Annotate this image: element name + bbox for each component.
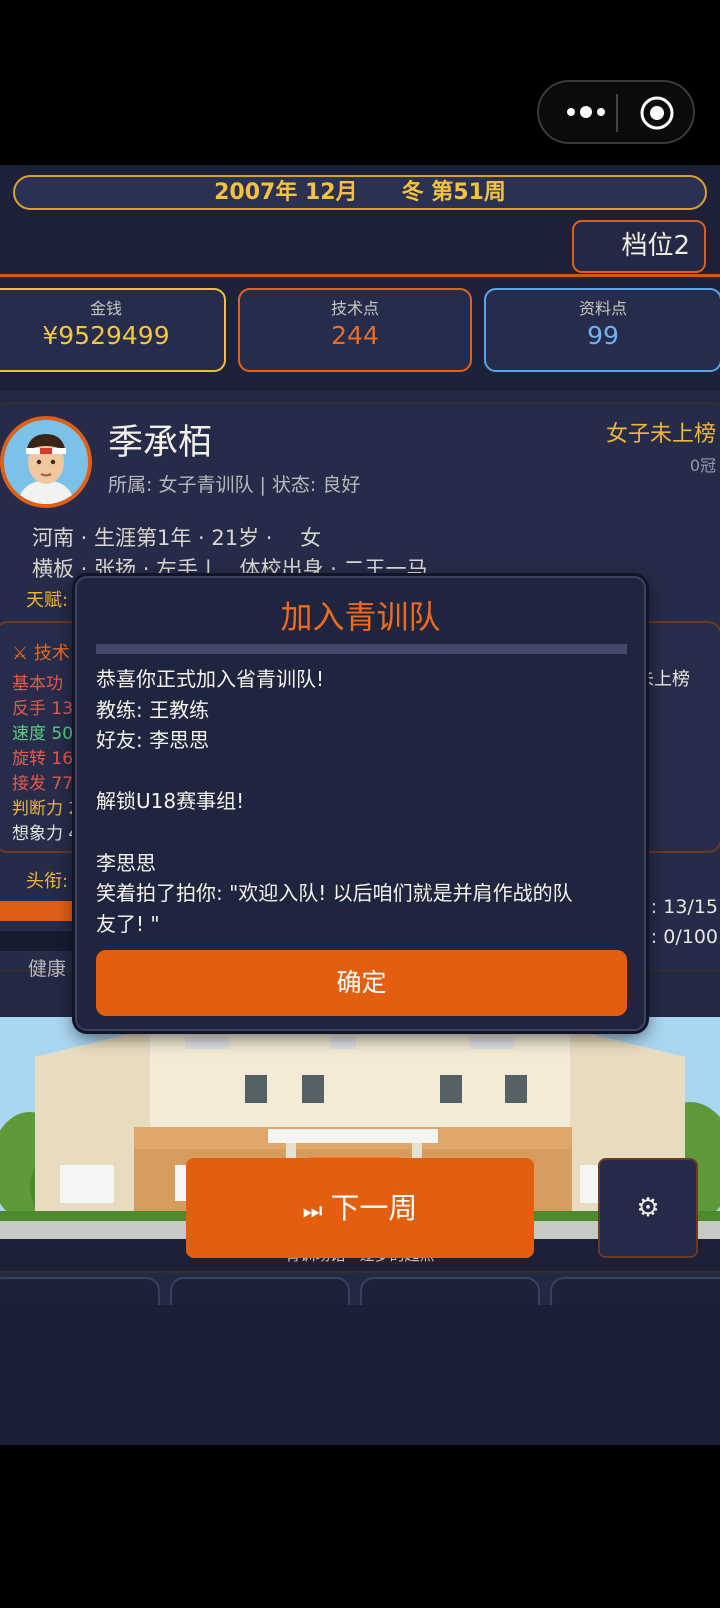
skills-header: ⚔ 技术 (12, 643, 70, 664)
tier-button[interactable]: 档位2 (572, 220, 706, 273)
dialog-line: 解锁U18赛事组! (96, 789, 245, 814)
dialog-line: 好友: 李思思 (96, 728, 210, 753)
progress-bar (0, 901, 86, 921)
confirm-button[interactable]: 确定 (96, 950, 627, 1016)
tech-points-box: 技术点 244 (238, 288, 472, 372)
progress-bar-track (0, 931, 86, 951)
dialog-line: 友了! " (96, 911, 160, 936)
player-team-status: 所属: 女子青训队 | 状态: 良好 (108, 474, 361, 496)
dialog-line (96, 756, 626, 787)
tech-points-value: 244 (331, 321, 379, 350)
next-week-button[interactable]: ⏭ 下一周 (186, 1158, 534, 1258)
skill-item: 判断力 2 (12, 799, 80, 819)
date-text: 2007年 12月 冬 第51周 (214, 180, 506, 205)
player-name: 季承栢 (108, 423, 214, 463)
tab-row (0, 1277, 720, 1317)
dialog-body: 恭喜你正式加入省青训队! 教练: 王教练 好友: 李思思 解锁U18赛事组! 李… (96, 664, 626, 939)
avatar[interactable] (0, 416, 92, 508)
skill-item: 反手 13 (12, 699, 74, 719)
settings-button[interactable]: ⚙ (598, 1158, 698, 1258)
ranking-status: 女子未上榜 (605, 422, 716, 447)
next-week-label: 下一周 (330, 1191, 418, 1225)
top-area: 2007年 12月 冬 第51周 档位2 (0, 165, 720, 275)
talent-label: 天赋: (26, 590, 69, 611)
gear-icon: ⚙ (636, 1193, 660, 1223)
skill-item: 接发 77 (12, 774, 74, 794)
dialog-line (96, 817, 626, 848)
skill-item: 速度 50 (12, 724, 74, 744)
title-label: 头衔: (26, 871, 69, 892)
skill-item: 旋转 16 (12, 749, 74, 769)
dialog-line: 教练: 王教练 (96, 697, 210, 722)
date-bar: 2007年 12月 冬 第51周 (13, 175, 707, 210)
dialog-line: 笑着拍了拍你: "欢迎入队! 以后咱们就是并肩作战的队 (96, 881, 573, 906)
dialog-line: 恭喜你正式加入省青训队! (96, 667, 325, 691)
capsule-divider (616, 94, 618, 132)
skill-item: 基本功 (12, 674, 63, 694)
fast-forward-icon: ⏭ (302, 1199, 323, 1224)
skill-item: 想象力 4 (12, 824, 80, 844)
divider (0, 274, 720, 277)
info-points-label: 资料点 (578, 299, 627, 318)
health-label: 健康 (28, 958, 67, 980)
player-portrait-icon (4, 420, 88, 504)
join-youth-team-dialog: 加入青训队 恭喜你正式加入省青训队! 教练: 王教练 好友: 李思思 解锁U18… (75, 576, 646, 1031)
close-target-icon[interactable] (639, 95, 675, 131)
player-profile-line: 河南 · 生涯第1年 · 21岁 · 女 (32, 526, 322, 550)
info-points-box: 资料点 99 (484, 288, 720, 372)
dialog-divider (96, 644, 627, 654)
money-box: 金钱 ¥9529499 (0, 288, 226, 372)
dialog-title: 加入青训队 (280, 598, 441, 636)
tech-points-label: 技术点 (330, 299, 379, 318)
money-value: ¥9529499 (42, 321, 170, 350)
bottom-safe-area (0, 1445, 720, 1608)
resource-row: 金钱 ¥9529499 技术点 244 资料点 99 (0, 279, 720, 391)
status-bar (0, 0, 720, 165)
title-count: 0冠 (689, 456, 716, 475)
money-label: 金钱 (89, 299, 122, 318)
bottom-bar (0, 1305, 720, 1445)
more-icon[interactable] (559, 95, 619, 129)
info-points-value: 99 (587, 321, 619, 350)
mini-program-capsule (537, 80, 695, 144)
dialog-line: 李思思 (96, 850, 156, 875)
